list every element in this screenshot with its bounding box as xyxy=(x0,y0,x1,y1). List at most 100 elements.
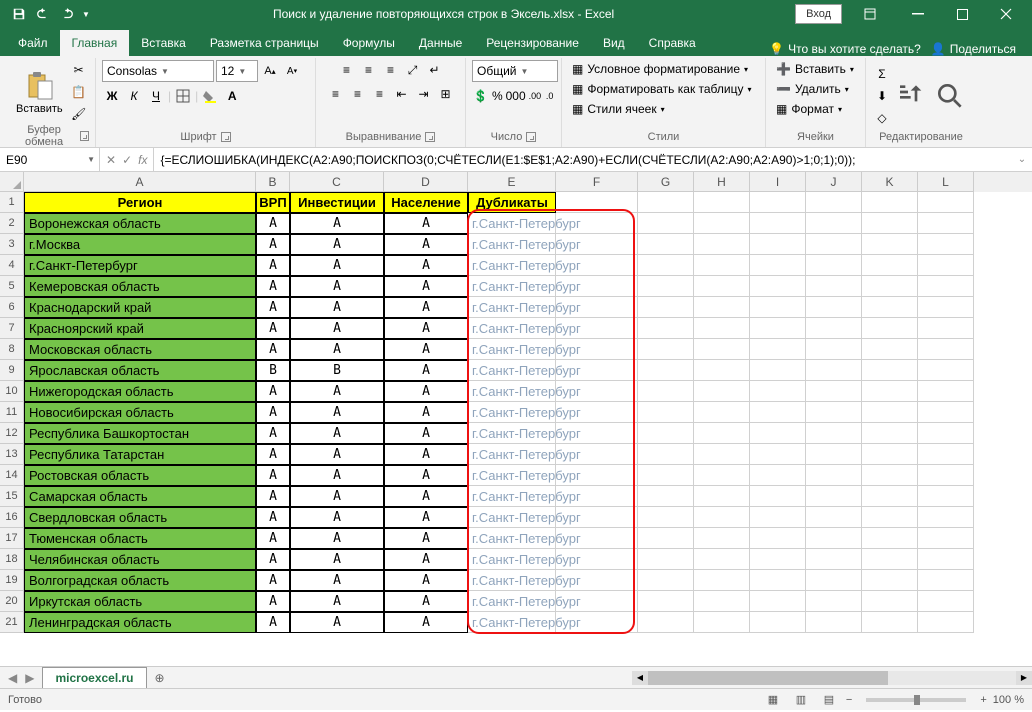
cell[interactable] xyxy=(638,465,694,486)
cell[interactable] xyxy=(918,486,974,507)
cell[interactable]: г.Москва xyxy=(24,234,256,255)
cell[interactable] xyxy=(918,192,974,213)
cell[interactable]: A xyxy=(256,423,290,444)
cell[interactable] xyxy=(862,591,918,612)
zoom-level[interactable]: 100 % xyxy=(993,694,1024,706)
cell[interactable] xyxy=(638,318,694,339)
cell[interactable] xyxy=(750,465,806,486)
cell[interactable]: Ленинградская область xyxy=(24,612,256,633)
zoom-out-icon[interactable]: − xyxy=(846,694,852,706)
cell[interactable] xyxy=(694,444,750,465)
cell[interactable]: A xyxy=(256,276,290,297)
cell[interactable] xyxy=(694,612,750,633)
row-header[interactable]: 16 xyxy=(0,507,24,528)
cell[interactable]: г.Санкт-Петербург xyxy=(468,234,556,255)
cell[interactable] xyxy=(694,465,750,486)
increase-decimal-icon[interactable]: .00 xyxy=(528,86,543,106)
cell[interactable]: Регион xyxy=(24,192,256,213)
row-header[interactable]: 14 xyxy=(0,465,24,486)
cell[interactable]: A xyxy=(384,276,468,297)
cell[interactable] xyxy=(694,276,750,297)
cell[interactable] xyxy=(806,507,862,528)
tab-help[interactable]: Справка xyxy=(637,30,708,56)
cell[interactable]: A xyxy=(290,486,384,507)
column-header[interactable]: K xyxy=(862,172,918,192)
scroll-thumb[interactable] xyxy=(648,671,888,685)
cell[interactable]: Воронежская область xyxy=(24,213,256,234)
cell[interactable]: г.Санкт-Петербург xyxy=(468,360,556,381)
cell[interactable] xyxy=(806,255,862,276)
tab-home[interactable]: Главная xyxy=(60,30,130,56)
cell[interactable]: A xyxy=(384,318,468,339)
cell[interactable]: A xyxy=(384,402,468,423)
clipboard-launcher[interactable] xyxy=(80,131,89,141)
bold-button[interactable]: Ж xyxy=(102,86,122,106)
cell[interactable] xyxy=(806,465,862,486)
tab-formulas[interactable]: Формулы xyxy=(331,30,407,56)
cell[interactable]: A xyxy=(384,507,468,528)
cell[interactable] xyxy=(638,570,694,591)
fx-icon[interactable]: fx xyxy=(138,153,147,167)
autosum-icon[interactable]: Σ xyxy=(872,64,892,84)
cell[interactable]: A xyxy=(256,570,290,591)
cell[interactable]: A xyxy=(384,570,468,591)
column-header[interactable]: F xyxy=(556,172,638,192)
row-header[interactable]: 2 xyxy=(0,213,24,234)
cell[interactable] xyxy=(638,507,694,528)
cell[interactable] xyxy=(638,360,694,381)
cell[interactable] xyxy=(750,528,806,549)
row-header[interactable]: 21 xyxy=(0,612,24,633)
cell[interactable]: A xyxy=(384,339,468,360)
cell[interactable]: Новосибирская область xyxy=(24,402,256,423)
decrease-font-icon[interactable]: A▾ xyxy=(282,61,302,81)
cell[interactable] xyxy=(806,318,862,339)
format-painter-icon[interactable]: 🖌 xyxy=(69,104,89,124)
cell[interactable] xyxy=(918,234,974,255)
cell[interactable] xyxy=(918,549,974,570)
cell[interactable] xyxy=(750,276,806,297)
cell[interactable]: A xyxy=(290,507,384,528)
cell[interactable]: A xyxy=(290,591,384,612)
row-header[interactable]: 9 xyxy=(0,360,24,381)
cell[interactable] xyxy=(750,570,806,591)
tell-me-search[interactable]: 💡Что вы хотите сделать? xyxy=(769,42,921,56)
italic-button[interactable]: К xyxy=(124,86,144,106)
cell[interactable] xyxy=(806,444,862,465)
expand-formula-bar-icon[interactable]: ⌄ xyxy=(1012,148,1032,171)
cell[interactable] xyxy=(694,549,750,570)
cell[interactable] xyxy=(694,591,750,612)
row-header[interactable]: 7 xyxy=(0,318,24,339)
align-left-icon[interactable]: ≡ xyxy=(326,84,346,104)
comma-format-icon[interactable]: 000 xyxy=(506,86,526,106)
cell[interactable]: A xyxy=(290,255,384,276)
column-header[interactable]: G xyxy=(638,172,694,192)
font-name-combo[interactable]: Consolas▼ xyxy=(102,60,214,82)
cell[interactable]: A xyxy=(290,381,384,402)
cell[interactable] xyxy=(806,381,862,402)
cell[interactable] xyxy=(806,192,862,213)
cell[interactable] xyxy=(918,402,974,423)
cell[interactable] xyxy=(694,402,750,423)
name-box[interactable]: E90▼ xyxy=(0,148,100,171)
cell[interactable] xyxy=(750,444,806,465)
cell[interactable] xyxy=(806,528,862,549)
cell[interactable] xyxy=(862,234,918,255)
cell[interactable] xyxy=(918,528,974,549)
cell[interactable] xyxy=(806,339,862,360)
cell[interactable]: Свердловская область xyxy=(24,507,256,528)
cell[interactable]: A xyxy=(256,486,290,507)
cell[interactable] xyxy=(918,276,974,297)
merge-icon[interactable]: ⊞ xyxy=(436,84,456,104)
cell[interactable] xyxy=(694,192,750,213)
cell[interactable]: Иркутская область xyxy=(24,591,256,612)
delete-cells-button[interactable]: ➖Удалить▾ xyxy=(772,80,859,98)
cell[interactable] xyxy=(806,276,862,297)
decrease-decimal-icon[interactable]: .0 xyxy=(544,86,555,106)
cell[interactable]: A xyxy=(384,255,468,276)
accounting-format-icon[interactable]: 💲 xyxy=(472,86,489,106)
cell[interactable]: A xyxy=(256,318,290,339)
cell[interactable]: Красноярский край xyxy=(24,318,256,339)
cell[interactable]: г.Санкт-Петербург xyxy=(468,276,556,297)
page-break-view-icon[interactable]: ▤ xyxy=(818,691,840,709)
cell[interactable] xyxy=(918,423,974,444)
